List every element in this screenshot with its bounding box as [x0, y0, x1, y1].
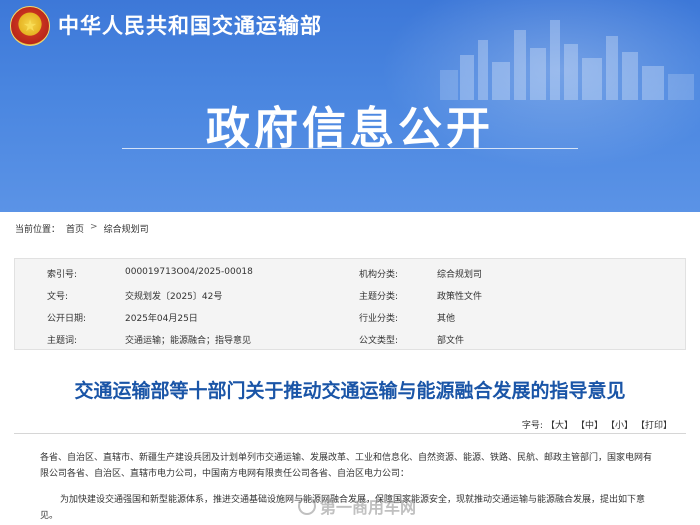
- breadcrumb-current[interactable]: 综合规划司: [104, 222, 149, 235]
- meta-key: 文号:: [47, 292, 69, 302]
- meta-key: 主题词:: [47, 336, 78, 346]
- title-underline: [122, 148, 578, 149]
- meta-value: 其他: [437, 314, 456, 324]
- meta-row: 文号: 交规划发〔2025〕42号 主题分类: 政策性文件: [15, 285, 685, 305]
- city-skyline-graphic: [440, 20, 694, 100]
- section-title: 政府信息公开: [206, 103, 494, 154]
- breadcrumb-label: 当前位置：: [15, 225, 61, 235]
- meta-value: 政策性文件: [437, 292, 483, 302]
- font-medium-button[interactable]: 【中】: [576, 418, 603, 431]
- watermark-text: 第一商用车网: [320, 498, 417, 517]
- header-banner: ★ 中华人民共和国交通运输部 政府信息公开: [0, 0, 700, 212]
- meta-value: 2025年04月25日: [125, 314, 198, 324]
- meta-value: 000019713O04/2025-00018: [125, 267, 253, 277]
- meta-key: 公开日期:: [47, 314, 87, 324]
- document-meta-table: 索引号: 000019713O04/2025-00018 机构分类: 综合规划司…: [14, 258, 686, 350]
- meta-value: 综合规划司: [437, 270, 483, 280]
- meta-row: 公开日期: 2025年04月25日 行业分类: 其他: [15, 307, 685, 327]
- meta-value: 交通运输；能源融合；指导意见: [125, 336, 252, 346]
- meta-value: 交规划发〔2025〕42号: [125, 292, 223, 302]
- meta-key: 机构分类:: [359, 270, 399, 280]
- content-divider: [14, 433, 686, 434]
- font-large-button[interactable]: 【大】: [546, 418, 573, 431]
- breadcrumb: 当前位置： 首页 > 综合规划司: [15, 222, 149, 235]
- watermark-logo-icon: [298, 497, 316, 515]
- meta-row: 索引号: 000019713O04/2025-00018 机构分类: 综合规划司: [15, 263, 685, 283]
- breadcrumb-home[interactable]: 首页: [66, 222, 84, 235]
- document-paragraph: 各省、自治区、直辖市、新疆生产建设兵团及计划单列市交通运输、发展改革、工业和信息…: [40, 453, 653, 479]
- meta-key: 行业分类:: [359, 314, 399, 324]
- meta-key: 公文类型:: [359, 336, 399, 346]
- font-size-label: 字号:: [521, 421, 543, 431]
- font-size-controls: 字号: 【大】 【中】 【小】 【打印】: [522, 418, 672, 431]
- breadcrumb-separator: >: [90, 222, 98, 232]
- document-title: 交通运输部等十部门关于推动交通运输与能源融合发展的指导意见: [74, 380, 626, 402]
- print-button[interactable]: 【打印】: [636, 418, 672, 431]
- meta-key: 索引号:: [47, 270, 78, 280]
- meta-row: 主题词: 交通运输；能源融合；指导意见 公文类型: 部文件: [15, 329, 685, 349]
- ministry-name[interactable]: 中华人民共和国交通运输部: [58, 10, 322, 40]
- font-small-button[interactable]: 【小】: [606, 418, 633, 431]
- meta-value: 部文件: [437, 336, 465, 346]
- emblem-star-icon: ★: [22, 16, 38, 35]
- meta-key: 主题分类:: [359, 292, 399, 302]
- watermark: 第一商用车网: [298, 494, 416, 518]
